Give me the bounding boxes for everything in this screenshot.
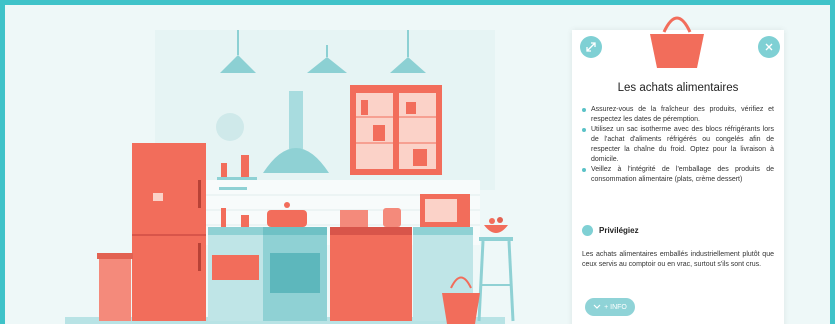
list-item: Utilisez un sac isotherme avec des blocs… — [582, 125, 774, 165]
kitchen-illustration — [65, 30, 515, 324]
bar-stool — [477, 217, 515, 322]
microwave — [420, 194, 470, 227]
expand-arrows-icon[interactable] — [580, 36, 602, 58]
section-text: Les achats alimentaires emballés industr… — [582, 251, 774, 268]
app-frame: Les achats alimentaires Assurez-vous de … — [5, 5, 830, 324]
coffee-machine — [340, 210, 368, 227]
chevron-down-icon — [593, 304, 601, 309]
info-panel: Les achats alimentaires Assurez-vous de … — [572, 16, 784, 324]
shopping-bag-icon — [650, 16, 704, 68]
cooking-pot — [267, 210, 307, 227]
section-dot-icon — [582, 225, 593, 236]
more-info-button[interactable]: + INFO — [585, 298, 635, 316]
panel-title: Les achats alimentaires — [617, 82, 739, 94]
upper-cabinet — [350, 85, 442, 175]
more-info-label: + INFO — [604, 303, 627, 311]
advice-list: Assurez-vous de la fraîcheur des produit… — [582, 105, 774, 185]
section-heading: Privilégiez — [582, 225, 639, 236]
wall-clock — [216, 113, 244, 141]
section-title: Privilégiez — [599, 226, 639, 235]
list-item: Veillez à l'intégrité de l'emballage des… — [582, 165, 774, 185]
list-item: Assurez-vous de la fraîcheur des produit… — [582, 105, 774, 125]
trash-bin — [99, 253, 131, 321]
kettle — [383, 208, 401, 227]
fridge — [132, 143, 206, 321]
close-icon[interactable] — [758, 36, 780, 58]
